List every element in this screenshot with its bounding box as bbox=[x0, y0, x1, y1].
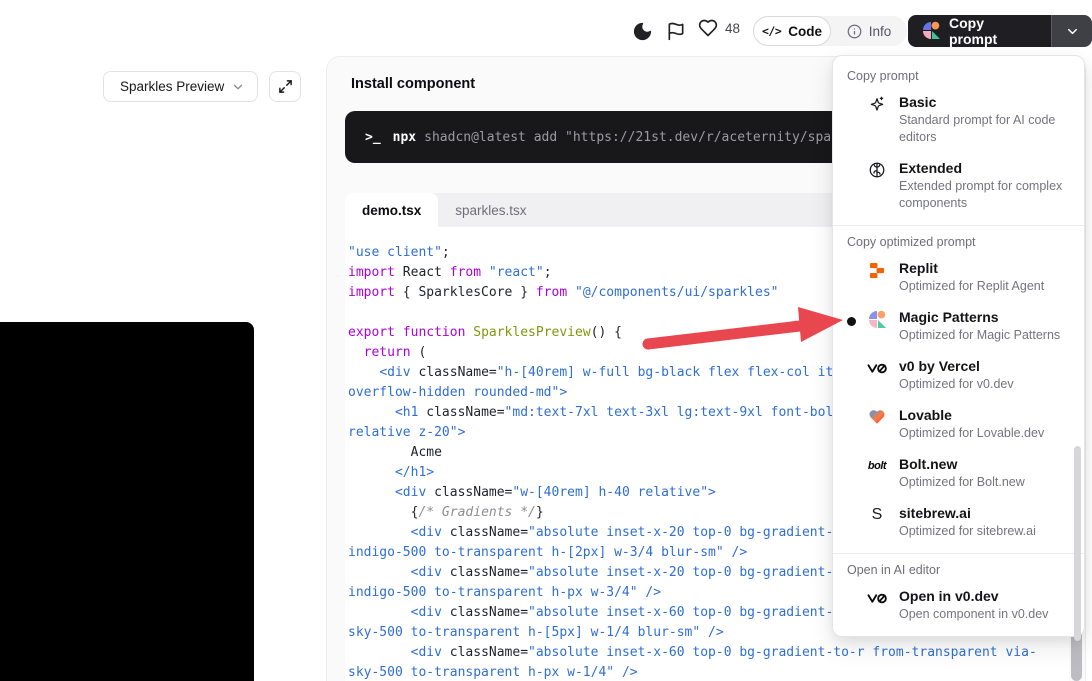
page: 48 </> Code Info Copy prompt bbox=[0, 0, 1092, 681]
dropdown-item-magic-patterns[interactable]: Magic PatternsOptimized for Magic Patter… bbox=[833, 302, 1084, 351]
dropdown-item-extended[interactable]: ExtendedExtended prompt for complex comp… bbox=[833, 153, 1084, 219]
dropdown-item-text: ExtendedExtended prompt for complex comp… bbox=[899, 159, 1070, 212]
dropdown-item-text: v0 by VercelOptimized for v0.dev bbox=[899, 357, 1014, 393]
dropdown-item-title: Magic Patterns bbox=[899, 308, 1060, 327]
chevron-down-icon bbox=[231, 80, 245, 94]
dropdown-item-text: LovableOptimized for Lovable.dev bbox=[899, 406, 1044, 442]
dropdown-section-label: Copy optimized prompt bbox=[833, 226, 1084, 253]
flag-button[interactable] bbox=[663, 18, 689, 44]
dropdown-item-title: Lovable bbox=[899, 406, 1044, 425]
v0-logo bbox=[867, 588, 887, 608]
install-section-title: Install component bbox=[351, 76, 475, 92]
moon-icon bbox=[632, 21, 653, 42]
dropdown-item-title: Extended bbox=[899, 159, 1070, 178]
tab-info[interactable]: Info bbox=[831, 16, 907, 46]
component-preview-canvas bbox=[0, 322, 254, 681]
code-line: sky-500 to-transparent h-px w-1/4" /> bbox=[348, 663, 1069, 681]
dropdown-item-description: Standard prompt for AI code editors bbox=[899, 112, 1070, 146]
copy-prompt-split-button: Copy prompt bbox=[908, 15, 1092, 47]
tab-label: sparkles.tsx bbox=[455, 203, 526, 218]
terminal-prompt-icon: >_ bbox=[365, 130, 381, 145]
dropdown-item-description: Optimized for Lovable.dev bbox=[899, 425, 1044, 442]
top-toolbar: 48 </> Code Info Copy prompt bbox=[0, 0, 1092, 56]
v0-logo bbox=[867, 358, 887, 378]
dropdown-item-text: Magic PatternsOptimized for Magic Patter… bbox=[899, 308, 1060, 344]
fullscreen-button[interactable] bbox=[269, 71, 301, 102]
dropdown-item-text: Open in v0.devOpen component in v0.dev bbox=[899, 587, 1048, 623]
magic-patterns-logo bbox=[867, 309, 887, 329]
tab-demo-tsx[interactable]: demo.tsx bbox=[345, 193, 438, 227]
dropdown-item-title: Bolt.new bbox=[899, 455, 1025, 474]
dropdown-item-description: Optimized for Magic Patterns bbox=[899, 327, 1060, 344]
dropdown-item-title: Basic bbox=[899, 93, 1070, 112]
code-line: <div className="absolute inset-x-60 top-… bbox=[348, 643, 1069, 663]
heart-icon bbox=[698, 18, 718, 38]
dropdown-section-label: Open in AI editor bbox=[833, 554, 1084, 581]
dropdown-item-description: Optimized for v0.dev bbox=[899, 376, 1014, 393]
dropdown-item-basic[interactable]: BasicStandard prompt for AI code editors bbox=[833, 87, 1084, 153]
selected-dot bbox=[847, 317, 856, 326]
code-tab-label: Code bbox=[788, 24, 822, 39]
terminal-bin: npx bbox=[393, 130, 416, 145]
dropdown-item-text: ReplitOptimized for Replit Agent bbox=[899, 259, 1044, 295]
dropdown-item-title: sitebrew.ai bbox=[899, 504, 1036, 523]
info-icon bbox=[847, 24, 862, 39]
preview-selector[interactable]: Sparkles Preview bbox=[103, 71, 258, 102]
dropdown-item-text: sitebrew.aiOptimized for sitebrew.ai bbox=[899, 504, 1036, 540]
replit-logo bbox=[867, 260, 887, 280]
dropdown-item-v0-by-vercel[interactable]: v0 by VercelOptimized for v0.dev bbox=[833, 351, 1084, 400]
dropdown-item-bolt-new[interactable]: bolt Bolt.newOptimized for Bolt.new bbox=[833, 449, 1084, 498]
dropdown-item-title: Open in v0.dev bbox=[899, 587, 1048, 606]
view-toggle-group: </> Code Info bbox=[753, 16, 907, 46]
terminal-command: shadcn@latest add "https://21st.dev/r/ac… bbox=[424, 130, 878, 145]
preview-selector-value: Sparkles Preview bbox=[120, 79, 224, 94]
dropdown-item-title: v0 by Vercel bbox=[899, 357, 1014, 376]
dropdown-item-description: Optimized for sitebrew.ai bbox=[899, 523, 1036, 540]
bolt-logo: bolt bbox=[867, 456, 887, 476]
magic-patterns-logo-icon bbox=[922, 21, 940, 42]
info-tab-label: Info bbox=[869, 24, 892, 39]
dropdown-section-label: Copy prompt bbox=[833, 60, 1084, 87]
copy-prompt-dropdown-menu: Copy prompt BasicStandard prompt for AI c… bbox=[832, 55, 1085, 637]
dropdown-item-title: Replit bbox=[899, 259, 1044, 278]
expand-icon bbox=[278, 79, 293, 94]
tab-sparkles-tsx[interactable]: sparkles.tsx bbox=[438, 193, 543, 227]
dropdown-item-description: Extended prompt for complex components bbox=[899, 178, 1070, 212]
dropdown-item-text: Bolt.newOptimized for Bolt.new bbox=[899, 455, 1025, 491]
brain-icon bbox=[867, 160, 887, 180]
sparkles-icon bbox=[867, 94, 887, 114]
lovable-logo bbox=[867, 407, 887, 427]
chevron-down-icon bbox=[1065, 24, 1080, 39]
dropdown-item-lovable[interactable]: LovableOptimized for Lovable.dev bbox=[833, 400, 1084, 449]
dropdown-item-text: BasicStandard prompt for AI code editors bbox=[899, 93, 1070, 146]
dropdown-item-description: Optimized for Replit Agent bbox=[899, 278, 1044, 295]
likes[interactable]: 48 bbox=[698, 18, 740, 38]
dropdown-item-sitebrew-ai[interactable]: Ssitebrew.aiOptimized for sitebrew.ai bbox=[833, 498, 1084, 547]
tab-code[interactable]: </> Code bbox=[753, 16, 831, 46]
dropdown-item-description: Optimized for Bolt.new bbox=[899, 474, 1025, 491]
sitebrew-logo: S bbox=[867, 505, 887, 525]
copy-prompt-label: Copy prompt bbox=[949, 15, 1035, 47]
dropdown-item-description: Open component in v0.dev bbox=[899, 606, 1048, 623]
likes-count: 48 bbox=[725, 21, 740, 36]
theme-toggle-button[interactable] bbox=[629, 18, 655, 44]
dropdown-item-replit[interactable]: ReplitOptimized for Replit Agent bbox=[833, 253, 1084, 302]
flag-icon bbox=[666, 21, 686, 41]
dropdown-item-open-in-v0[interactable]: Open in v0.devOpen component in v0.dev bbox=[833, 581, 1084, 630]
code-brackets-icon: </> bbox=[762, 24, 781, 38]
copy-prompt-button[interactable]: Copy prompt bbox=[908, 15, 1051, 47]
copy-prompt-dropdown-toggle[interactable] bbox=[1051, 15, 1092, 47]
tab-label: demo.tsx bbox=[362, 203, 421, 218]
